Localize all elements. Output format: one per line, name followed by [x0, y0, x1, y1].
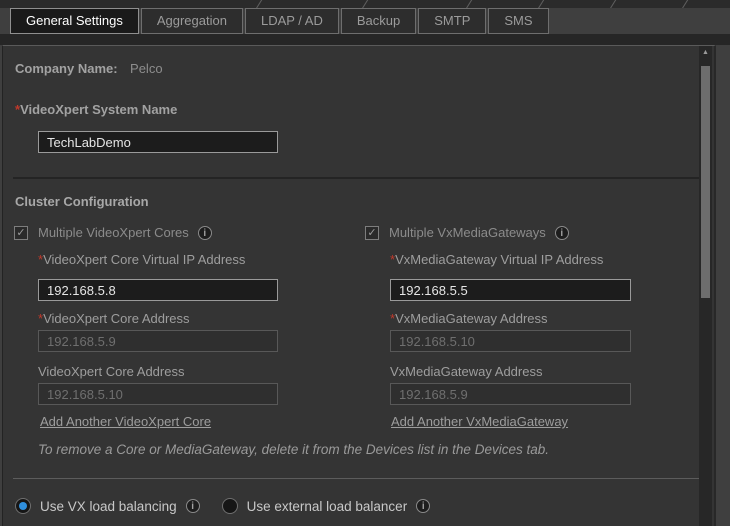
- scrollbar-thumb[interactable]: [701, 66, 710, 298]
- gateway-virtual-ip-label: *VxMediaGateway Virtual IP Address: [390, 252, 604, 267]
- parent-tabbar-sliver: [0, 0, 730, 8]
- company-name-row: Company Name: Pelco: [15, 60, 163, 78]
- multiple-gateways-label: Multiple VxMediaGateways: [389, 225, 546, 240]
- core-address-2-label: VideoXpert Core Address: [38, 364, 185, 379]
- tab-separator-slash: [680, 0, 689, 8]
- multiple-cores-checkbox[interactable]: ✓: [14, 225, 28, 240]
- multiple-gateways-checkline: ✓ Multiple VxMediaGateways i: [365, 225, 569, 240]
- settings-window: General Settings Aggregation LDAP / AD B…: [0, 0, 730, 526]
- general-settings-panel: Company Name: Pelco *VideoXpert System N…: [2, 45, 716, 526]
- tab-separator-slash: [254, 0, 263, 8]
- tab-separator-slash: [608, 0, 617, 8]
- vertical-scrollbar[interactable]: ▲: [699, 46, 712, 526]
- info-icon[interactable]: i: [197, 225, 212, 240]
- gateway-virtual-ip-input[interactable]: [390, 279, 631, 301]
- company-name-value: Pelco: [130, 61, 163, 76]
- tab-backup[interactable]: Backup: [340, 8, 417, 34]
- core-address-1-label: *VideoXpert Core Address: [38, 311, 190, 326]
- multiple-cores-label: Multiple VideoXpert Cores: [38, 225, 189, 240]
- vx-load-balancing-label: Use VX load balancing: [40, 498, 177, 514]
- tab-smtp[interactable]: SMTP: [418, 8, 487, 34]
- cluster-configuration-heading: Cluster Configuration: [15, 194, 149, 209]
- remove-core-note: To remove a Core or MediaGateway, delete…: [38, 442, 549, 457]
- vx-load-balancing-radio[interactable]: [15, 498, 31, 514]
- add-another-gateway-link[interactable]: Add Another VxMediaGateway: [391, 414, 568, 429]
- external-load-balancer-radio[interactable]: [221, 498, 238, 514]
- external-load-balancer-label: Use external load balancer: [246, 498, 408, 514]
- multiple-gateways-checkbox[interactable]: ✓: [365, 225, 379, 240]
- gateway-address-2-input: [390, 383, 631, 405]
- system-name-input[interactable]: [38, 131, 278, 153]
- gateway-address-2-label: VxMediaGateway Address: [390, 364, 543, 379]
- core-virtual-ip-label: *VideoXpert Core Virtual IP Address: [38, 252, 246, 267]
- settings-tabbar: General Settings Aggregation LDAP / AD B…: [10, 8, 551, 34]
- multiple-cores-checkline: ✓ Multiple VideoXpert Cores i: [14, 225, 212, 240]
- core-address-2-input: [38, 383, 278, 405]
- tab-separator-slash: [360, 0, 369, 8]
- gateway-address-1-input: [390, 330, 631, 352]
- section-divider: [13, 177, 705, 179]
- company-name-label: Company Name:: [15, 61, 118, 76]
- info-icon[interactable]: i: [185, 499, 200, 513]
- tab-separator-slash: [536, 0, 545, 8]
- tab-ldap-ad[interactable]: LDAP / AD: [244, 8, 339, 34]
- tab-general-settings[interactable]: General Settings: [10, 8, 139, 34]
- scroll-up-arrow-icon[interactable]: ▲: [699, 49, 712, 56]
- core-address-1-input: [38, 330, 278, 352]
- gateway-address-1-label: *VxMediaGateway Address: [390, 311, 548, 326]
- info-icon[interactable]: i: [416, 499, 431, 513]
- tab-sms[interactable]: SMS: [488, 8, 549, 34]
- add-another-core-link[interactable]: Add Another VideoXpert Core: [40, 414, 211, 429]
- core-virtual-ip-input[interactable]: [38, 279, 278, 301]
- tab-aggregation[interactable]: Aggregation: [140, 8, 243, 34]
- system-name-label: *VideoXpert System Name: [15, 102, 178, 117]
- section-divider: [13, 478, 703, 479]
- tab-separator-slash: [464, 0, 473, 8]
- tabbar-gap: [0, 34, 730, 45]
- load-balancing-options: Use VX load balancing i Use external loa…: [15, 498, 431, 514]
- info-icon[interactable]: i: [554, 225, 569, 240]
